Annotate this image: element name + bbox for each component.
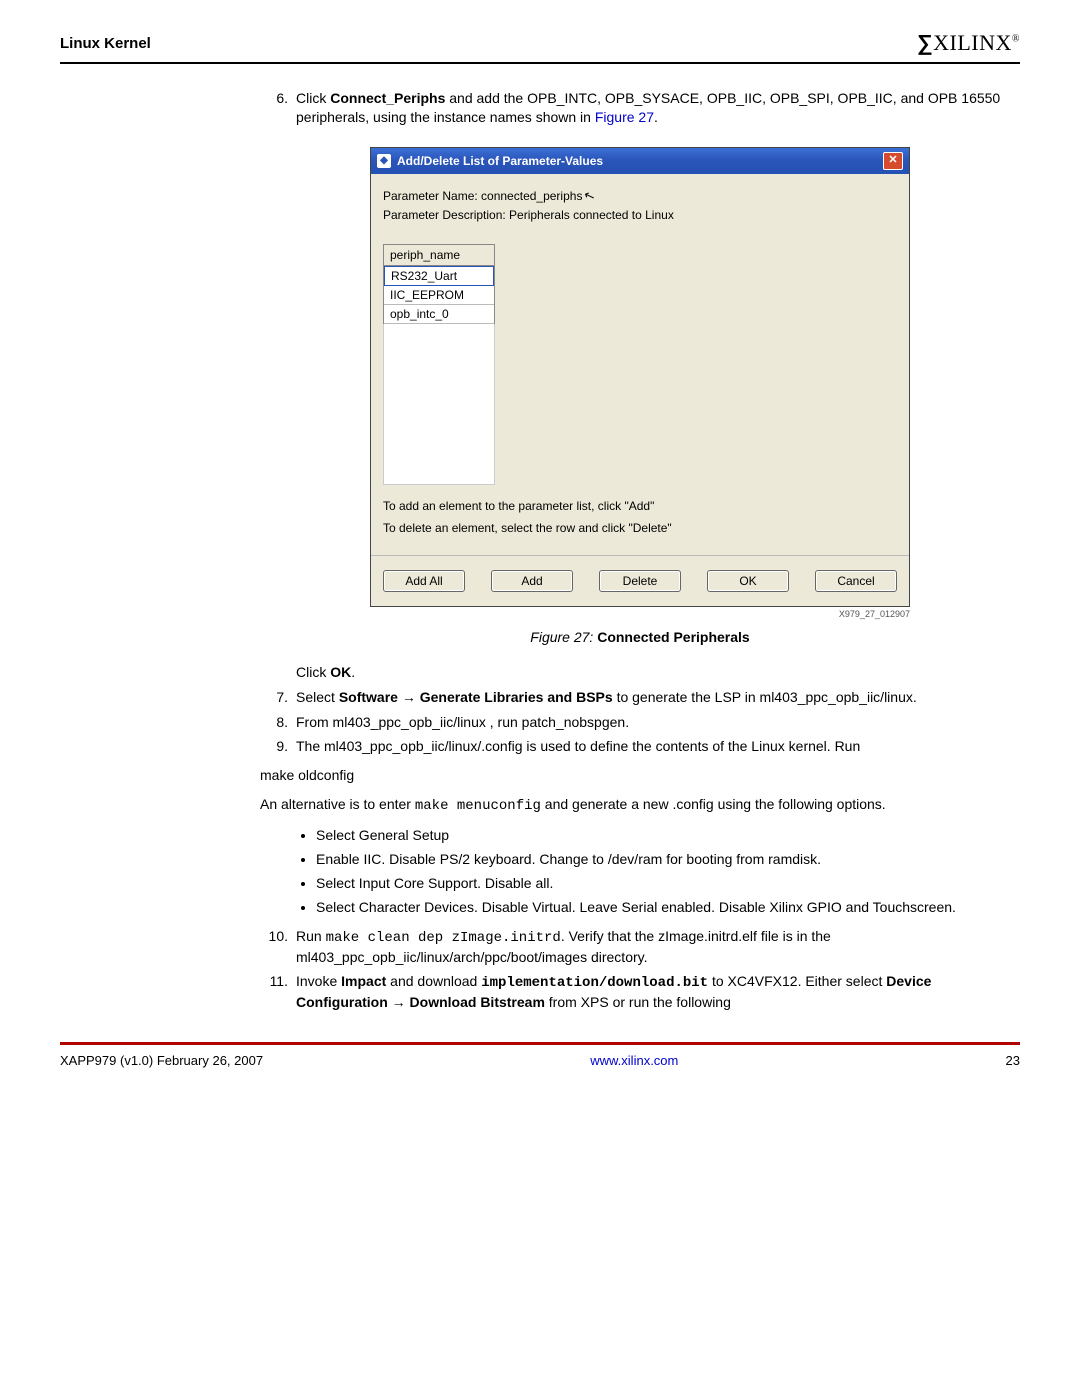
step-6: 6. Click Connect_Periphs and add the OPB… — [260, 89, 1020, 127]
col-header: periph_name — [384, 245, 494, 266]
alternative-text: An alternative is to enter make menuconf… — [260, 795, 1020, 816]
footer-doc-id: XAPP979 (v1.0) February 26, 2007 — [60, 1053, 263, 1068]
step-11: 11. Invoke Impact and download implement… — [260, 972, 1020, 1012]
page-footer: XAPP979 (v1.0) February 26, 2007 www.xil… — [60, 1042, 1020, 1068]
options-list: Select General Setup Enable IIC. Disable… — [260, 826, 1020, 917]
click-ok-text: Click OK. — [296, 663, 1020, 682]
dialog-screenshot: ◆ Add/Delete List of Parameter-Values ✕ … — [370, 147, 910, 619]
cancel-button[interactable]: Cancel — [815, 570, 897, 592]
xilinx-logo: ∑XILINX® — [917, 30, 1020, 56]
list-item: Select Input Core Support. Disable all. — [316, 874, 1020, 893]
list-item: Select General Setup — [316, 826, 1020, 845]
make-oldconfig-text: make oldconfig — [260, 766, 1020, 785]
delete-button[interactable]: Delete — [599, 570, 681, 592]
list-item: Enable IIC. Disable PS/2 keyboard. Chang… — [316, 850, 1020, 869]
table-row[interactable]: RS232_Uart — [384, 266, 494, 286]
step-8: 8. From ml403_ppc_opb_iic/linux , run pa… — [260, 713, 1020, 732]
periph-name-table: periph_name RS232_Uart IIC_EEPROM opb_in… — [383, 244, 495, 324]
table-empty-area — [383, 324, 495, 485]
add-all-button[interactable]: Add All — [383, 570, 465, 592]
table-row[interactable]: opb_intc_0 — [384, 305, 494, 324]
step-10: 10. Run make clean dep zImage.initrd. Ve… — [260, 927, 1020, 967]
step-7: 7. Select Software → Generate Libraries … — [260, 688, 1020, 707]
footer-url[interactable]: www.xilinx.com — [590, 1053, 678, 1068]
help-delete-text: To delete an element, select the row and… — [383, 521, 897, 535]
footer-page-number: 23 — [1006, 1053, 1020, 1068]
dialog-app-icon: ◆ — [377, 154, 391, 168]
add-button[interactable]: Add — [491, 570, 573, 592]
dialog-titlebar: ◆ Add/Delete List of Parameter-Values ✕ — [371, 148, 909, 174]
help-add-text: To add an element to the parameter list,… — [383, 499, 897, 513]
page-header: Linux Kernel ∑XILINX® — [60, 30, 1020, 64]
ok-button[interactable]: OK — [707, 570, 789, 592]
figure-caption: Figure 27: Connected Peripherals — [260, 629, 1020, 645]
param-desc-label: Parameter Description: Peripherals conne… — [383, 208, 897, 222]
table-row[interactable]: IIC_EEPROM — [384, 286, 494, 305]
dialog-title: Add/Delete List of Parameter-Values — [397, 154, 883, 168]
param-name-label: Parameter Name: connected_periphs↖ — [383, 188, 897, 204]
list-item: Select Character Devices. Disable Virtua… — [316, 898, 1020, 917]
logo-mark-icon: ∑ — [917, 30, 933, 55]
step-9: 9. The ml403_ppc_opb_iic/linux/.config i… — [260, 737, 1020, 756]
cursor-icon: ↖ — [582, 186, 598, 205]
figure-id-text: X979_27_012907 — [370, 609, 910, 619]
section-title: Linux Kernel — [60, 35, 151, 52]
figure-27-link[interactable]: Figure 27 — [595, 109, 654, 125]
close-icon[interactable]: ✕ — [883, 152, 903, 170]
